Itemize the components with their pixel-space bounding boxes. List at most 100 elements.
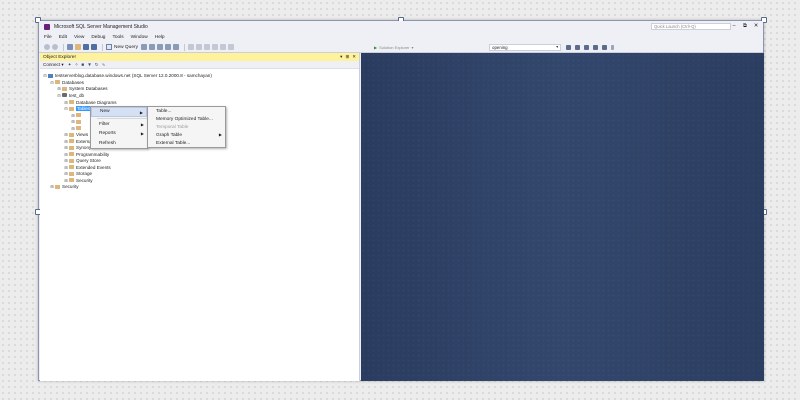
expand-icon[interactable]: ⊞ [64,139,68,144]
forward-icon[interactable] [52,44,58,50]
tree-node[interactable]: ⊞ [71,125,83,131]
expand-icon[interactable]: ⊞ [50,184,54,189]
folder-icon [69,171,74,176]
tree-node[interactable]: ⊞ Security [50,184,78,190]
context-menu-item-filter[interactable]: Filter ▶ [91,120,147,130]
cut-icon[interactable] [188,44,194,50]
expand-icon[interactable]: ⊞ [71,113,75,118]
copy-icon[interactable] [196,44,202,50]
undo-icon[interactable] [212,44,218,50]
close-icon[interactable]: ✕ [753,22,759,31]
menu-tools[interactable]: Tools [112,35,123,40]
expand-icon[interactable]: ⊞ [64,145,68,150]
tree-node[interactable]: ⊟ testserverblog.database.windows.net (SQ… [43,73,212,79]
menu-edit[interactable]: Edit [59,35,67,40]
analysis-query-icon[interactable] [149,44,155,50]
tree-node[interactable]: ⊟ test_db [57,92,84,98]
filter-icon[interactable]: ▼ [87,62,92,67]
tail-toolbar-buttons [566,44,616,50]
registered-servers-icon[interactable] [566,44,571,50]
wrench-icon[interactable] [575,44,580,50]
expand-icon[interactable]: ⊞ [64,178,68,183]
context-menu-item-refresh[interactable]: Refresh [91,139,147,149]
xmla-query-icon[interactable] [173,44,179,50]
solution-config-select[interactable]: ▶ Solution Explorer ▾ [374,45,426,51]
toolbar-options-icon[interactable] [611,44,614,50]
tree-node-label: testserverblog.database.windows.net (SQL… [55,73,212,78]
connect-icon[interactable]: ✦ [68,62,72,68]
collapse-icon[interactable]: ⊟ [43,73,47,78]
tree-node[interactable]: ⊟ Tables [64,106,92,112]
menu-view[interactable]: View [74,35,84,40]
tree-node[interactable]: ⊞ System Databases [57,86,107,92]
collapse-icon[interactable]: ⊟ [57,93,61,98]
expand-icon[interactable]: ⊞ [71,126,75,131]
expand-icon[interactable]: ⊞ [57,86,61,91]
chevron-down-icon[interactable]: ▼ [556,45,559,50]
menu-window[interactable]: Window [131,35,148,40]
context-menu-item-reports[interactable]: Reports ▶ [91,129,147,139]
paste-icon[interactable] [204,44,210,50]
expand-icon[interactable]: ⊞ [64,165,68,170]
tree-node[interactable]: ⊞ [71,119,83,125]
properties-window-icon[interactable] [584,44,589,50]
open-file-icon[interactable] [75,44,81,50]
menu-debug[interactable]: Debug [91,35,105,40]
submenu-item[interactable]: Memory Optimized Table... [148,115,225,123]
back-icon[interactable] [44,44,50,50]
tree-node-label: Security [76,177,93,183]
dropdown-icon[interactable]: ▾ [340,53,342,61]
folder-icon [69,132,74,137]
panel-header-buttons: ▾ ⊞ ✕ [340,53,356,61]
new-query-button[interactable]: New Query [106,44,138,50]
close-icon[interactable]: ✕ [352,53,356,61]
expand-icon[interactable]: ⊞ [64,158,68,163]
collapse-icon[interactable]: ⊟ [50,80,54,85]
menu-file[interactable]: File [44,35,52,40]
redo-icon[interactable] [220,44,226,50]
tree-node[interactable]: ⊞ Programmability [64,151,109,157]
activity-monitor-icon[interactable]: ∿ [102,62,106,68]
menu-bar: File Edit View Debug Tools Window Help [39,33,763,42]
pin-icon[interactable]: ⊞ [345,53,349,61]
tree-node[interactable]: ⊞ Extended Events [64,164,110,170]
tree-node-label: Views [76,132,89,137]
tree-node[interactable]: ⊞ Storage [64,171,92,177]
connect-button[interactable]: Connect ▾ [43,62,64,68]
quick-launch-input[interactable]: Quick Launch (Ctrl+Q) [651,23,731,30]
expand-icon[interactable]: ⊞ [71,119,75,124]
dmx-query-icon[interactable] [165,44,171,50]
menu-help[interactable]: Help [155,35,165,40]
tree-node[interactable]: ⊞ Query Store [64,158,100,164]
submenu-item[interactable]: Graph Table ▶ [148,131,225,139]
tree-node[interactable]: ⊟ Databases [50,79,84,85]
context-menu-item-label: Reports [99,131,116,137]
new-project-icon[interactable] [67,44,73,50]
expand-icon[interactable]: ⊞ [64,171,68,176]
tree-node[interactable]: ⊞ Database Diagrams [64,99,116,105]
tree-node[interactable]: ⊞ [71,112,83,118]
expand-icon[interactable]: ⊞ [64,132,68,137]
tree-node[interactable]: ⊞ Views [64,132,88,138]
db-engine-query-icon[interactable] [141,44,147,50]
tree-node[interactable]: ⊞ Security [64,177,93,183]
properties-icon[interactable] [228,44,234,50]
minimize-icon[interactable]: – [731,22,737,31]
refresh-icon[interactable]: ↻ [95,62,99,68]
collapse-icon[interactable]: ⊟ [64,106,68,111]
disconnect-icon[interactable]: ✧ [75,62,79,68]
stop-icon[interactable]: ■ [81,62,84,67]
toolbox-icon[interactable] [593,44,598,50]
submenu-item[interactable]: External Table... [148,139,225,147]
restore-icon[interactable]: ⧉ [742,22,748,31]
context-menu-item-new[interactable]: New ▶ [91,107,147,117]
folder-icon [76,126,81,130]
save-all-icon[interactable] [91,44,97,50]
find-combo-input[interactable]: opening ▼ [489,44,561,51]
expand-icon[interactable]: ⊞ [64,152,68,157]
mdx-query-icon[interactable] [157,44,163,50]
save-icon[interactable] [83,44,89,50]
submenu-item[interactable]: Table... [148,107,225,115]
template-explorer-icon[interactable] [602,44,607,50]
expand-icon[interactable]: ⊞ [64,100,68,105]
